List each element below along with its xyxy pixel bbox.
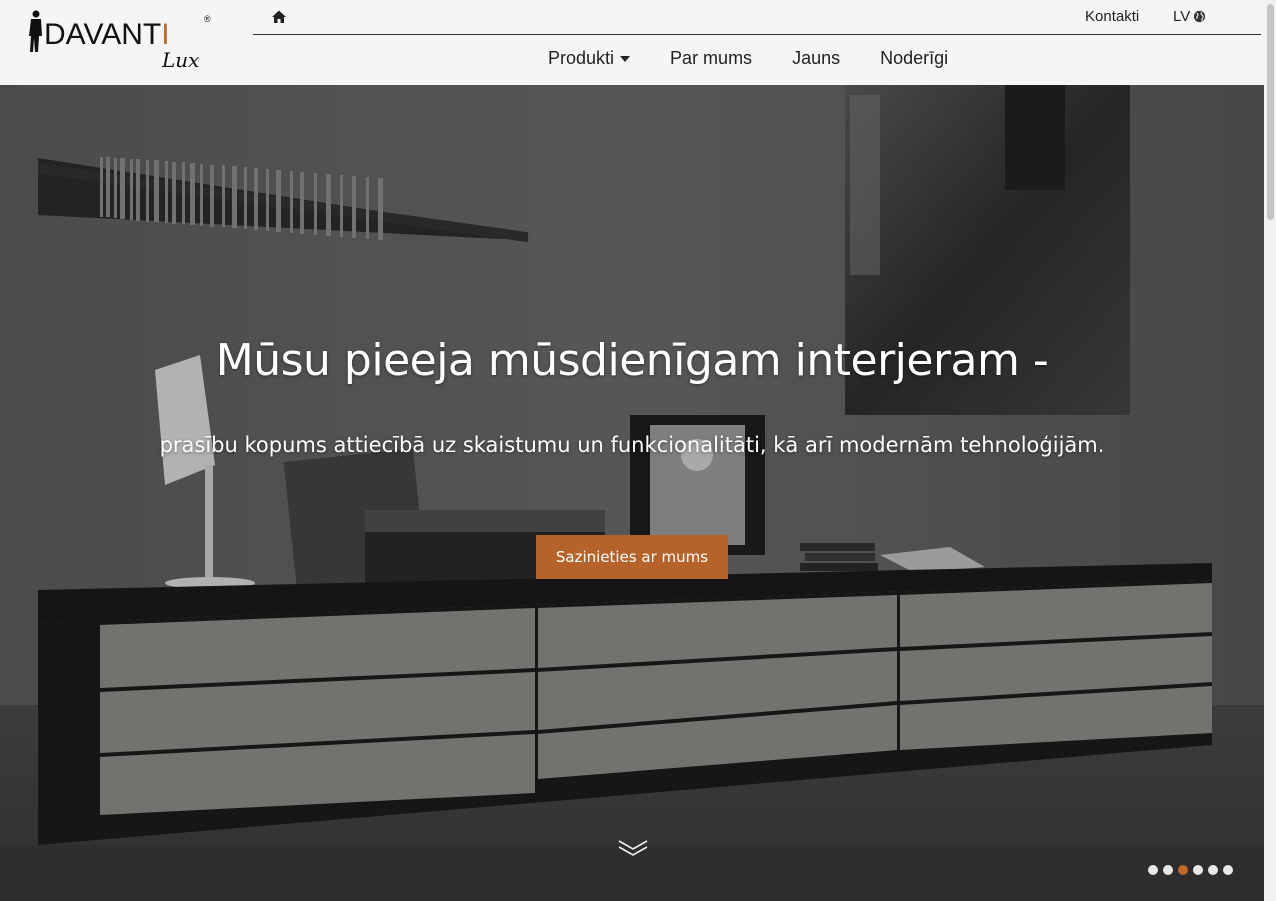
hero-slider: Mūsu pieeja mūsdienīgam interjeram - pra… [0, 85, 1276, 901]
slider-pagination [1148, 865, 1233, 875]
language-selector[interactable]: LV [1173, 8, 1206, 25]
language-label: LV [1173, 8, 1191, 25]
nav-news[interactable]: Jauns [772, 46, 860, 71]
hero-title: Mūsu pieeja mūsdienīgam interjeram - [215, 335, 1049, 386]
slider-dot[interactable] [1193, 865, 1203, 875]
slider-dot[interactable] [1163, 865, 1173, 875]
site-header: DAVANTI ® Lux Kontakti LV Produkti Par m… [0, 0, 1276, 85]
caret-down-icon [620, 55, 631, 62]
nav-products[interactable]: Produkti [528, 46, 650, 71]
page: DAVANTI ® Lux Kontakti LV Produkti Par m… [0, 0, 1276, 901]
nav-useful[interactable]: Noderīgi [860, 46, 968, 71]
logo-brand-main: DAVANT [44, 18, 162, 51]
top-utility-bar: Kontakti LV [253, 0, 1261, 35]
logo-registered-mark: ® [204, 14, 211, 24]
double-chevron-down-icon[interactable] [617, 838, 649, 860]
main-navigation: Produkti Par mums Jauns Noderīgi [528, 46, 968, 71]
hero-subtitle: prasību kopums attiecībā uz skaistumu un… [159, 433, 1105, 457]
logo-script: Lux [162, 48, 200, 72]
slider-dot[interactable] [1148, 865, 1158, 875]
site-logo[interactable]: DAVANTI ® Lux [28, 10, 218, 72]
contact-us-button[interactable]: Sazinieties ar mums [536, 535, 728, 579]
globe-icon [1194, 10, 1206, 23]
slider-dot[interactable] [1178, 865, 1188, 875]
logo-wordmark: DAVANTI [44, 20, 170, 50]
page-scrollbar[interactable] [1264, 0, 1276, 901]
contacts-link[interactable]: Kontakti [1085, 8, 1139, 25]
slider-dot[interactable] [1208, 865, 1218, 875]
logo-figure-icon [29, 10, 42, 52]
slider-dot[interactable] [1223, 865, 1233, 875]
nav-products-label: Produkti [548, 48, 615, 68]
home-icon[interactable] [271, 9, 287, 25]
logo-brand-accent: I [161, 18, 170, 51]
nav-about[interactable]: Par mums [650, 46, 772, 71]
hero-dark-overlay [0, 85, 1276, 901]
scrollbar-thumb[interactable] [1267, 4, 1274, 220]
